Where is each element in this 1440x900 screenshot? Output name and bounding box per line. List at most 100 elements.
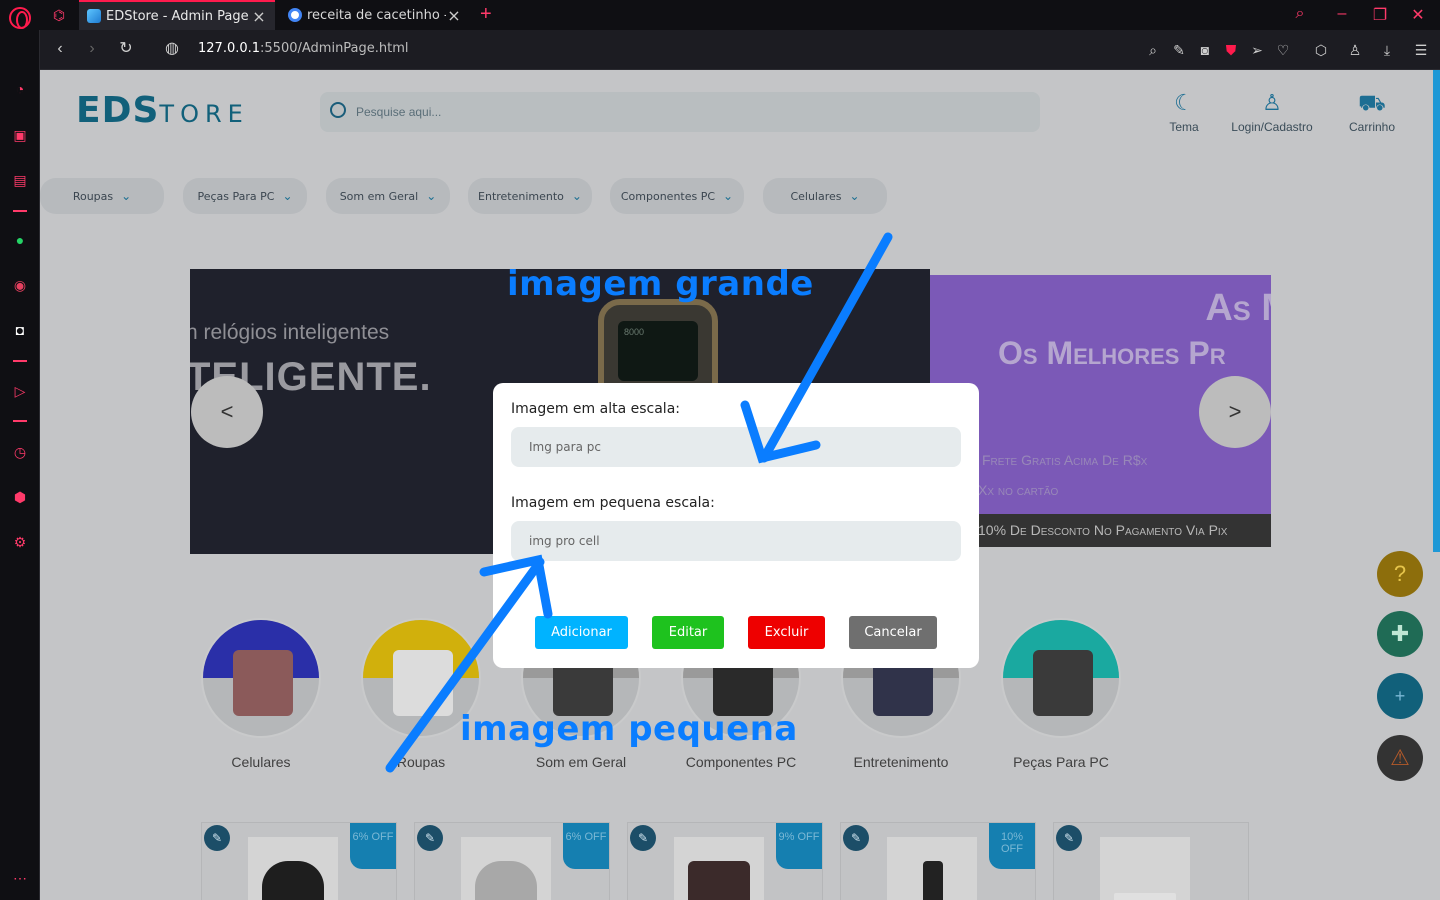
google-favicon-icon — [288, 8, 302, 22]
cancel-button[interactable]: Cancelar — [849, 616, 937, 649]
search-tabs-icon[interactable]: ⌕ — [1290, 5, 1310, 23]
reload-icon[interactable]: ↻ — [116, 39, 136, 59]
close-tab-icon[interactable]: × — [251, 7, 267, 26]
category-dropdown-componentes[interactable]: Componentes PC ⌄ — [610, 178, 744, 214]
product-image — [1100, 837, 1190, 900]
chevron-down-icon: ⌄ — [571, 189, 582, 203]
product-image — [674, 837, 764, 900]
banner-subtitle: n relógios inteligentes — [190, 321, 390, 344]
twitch-icon[interactable]: ▤ — [9, 169, 31, 191]
more-icon[interactable]: ⋯ — [9, 867, 31, 889]
back-icon[interactable]: ‹ — [50, 39, 70, 59]
delete-button[interactable]: Excluir — [748, 616, 825, 649]
theme-button[interactable]: ☾ Tema — [1162, 90, 1206, 134]
category-dropdown-som[interactable]: Som em Geral ⌄ — [326, 178, 450, 214]
high-res-image-input[interactable] — [511, 427, 961, 467]
discount-badge: 10% OFF — [989, 823, 1035, 869]
screen: ⌬ EDStore - Admin Page × receita de cace… — [0, 0, 1440, 900]
edit-button[interactable]: Editar — [652, 616, 724, 649]
history-icon[interactable]: ◷ — [9, 441, 31, 463]
category-image — [201, 618, 321, 738]
gamepad-icon[interactable]: ⌬ — [50, 6, 68, 24]
search-page-icon[interactable]: ⌕ — [1143, 40, 1163, 60]
warning-icon[interactable]: ⚠ — [1377, 735, 1423, 781]
product-card[interactable]: ✎ 6% OFF — [414, 822, 610, 900]
carousel-next-button[interactable]: > — [1199, 376, 1271, 448]
product-card[interactable]: ✎ — [1053, 822, 1249, 900]
login-button[interactable]: ♙ Login/Cadastro — [1228, 90, 1316, 134]
tab-title: EDStore - Admin Page — [106, 8, 249, 24]
cube-icon[interactable]: ⬡ — [1311, 40, 1331, 60]
add-user-icon[interactable]: ✚ — [1377, 611, 1423, 657]
tab-google-search[interactable]: receita de cacetinho - Pesq × — [280, 0, 470, 30]
chevron-down-icon: ⌄ — [282, 189, 293, 203]
category-card-celulares[interactable]: Celulares — [201, 618, 321, 770]
url-field[interactable]: 127.0.0.1:5500/AdminPage.html — [198, 41, 409, 56]
minimize-icon[interactable]: – — [1332, 5, 1352, 23]
add-product-icon[interactable]: + — [1377, 673, 1423, 719]
camera-icon[interactable]: ◙ — [1195, 40, 1215, 60]
sidebar-divider — [13, 360, 27, 362]
settings-gear-icon[interactable]: ⚙ — [9, 531, 31, 553]
product-card[interactable]: ✎ 6% OFF — [201, 822, 397, 900]
new-tab-icon[interactable]: + — [480, 3, 492, 26]
sidebar-divider — [13, 420, 27, 422]
annotation-big-image: imagem grande — [507, 264, 814, 304]
chevron-down-icon: ⌄ — [121, 189, 132, 203]
theme-label: Tema — [1169, 120, 1199, 134]
speed-dial-icon[interactable]: ◔ — [9, 78, 31, 100]
whatsapp-icon[interactable]: ● — [9, 229, 31, 251]
extensions-cube-icon[interactable]: ⬢ — [9, 486, 31, 508]
annotation-small-image: imagem pequena — [460, 709, 798, 749]
instagram-icon[interactable]: ◉ — [9, 274, 31, 296]
promo-line-cartao: Xx no cartão — [978, 482, 1059, 498]
browser-tab-strip: ⌬ EDStore - Admin Page × receita de cace… — [0, 0, 1440, 30]
category-image — [1001, 618, 1121, 738]
promo-heading: As Me — [1205, 287, 1271, 329]
carousel-prev-button[interactable]: < — [191, 376, 263, 448]
search-input[interactable] — [356, 102, 956, 122]
download-icon[interactable]: ⤓ — [1377, 40, 1397, 60]
cart-button[interactable]: ⛟ Carrinho — [1346, 90, 1398, 134]
bag-icon[interactable]: ▣ — [9, 124, 31, 146]
add-button[interactable]: Adicionar — [535, 616, 628, 649]
forward-icon[interactable]: › — [82, 39, 102, 59]
low-res-image-input[interactable] — [511, 521, 961, 561]
product-image — [248, 837, 338, 900]
category-dropdown-roupas[interactable]: Roupas ⌄ — [40, 178, 164, 214]
player-icon[interactable]: ▷ — [9, 380, 31, 402]
send-icon[interactable]: ➢ — [1247, 40, 1267, 60]
product-card[interactable]: ✎ 9% OFF — [627, 822, 823, 900]
close-tab-icon[interactable]: × — [446, 6, 462, 25]
category-card-pecas[interactable]: Peças Para PC — [1001, 618, 1121, 770]
category-dropdown-celulares[interactable]: Celulares ⌄ — [763, 178, 887, 214]
edit-pencil-icon[interactable]: ✎ — [630, 825, 656, 851]
profile-icon[interactable]: ♙ — [1345, 40, 1365, 60]
opera-logo-icon[interactable] — [9, 7, 31, 29]
promo-line-frete: Frete Gratis Acima De R$x — [982, 452, 1148, 468]
watch-screen: 8000 — [618, 321, 698, 381]
product-image — [461, 837, 551, 900]
edit-pencil-icon[interactable]: ✎ — [204, 825, 230, 851]
edit-pencil-icon[interactable]: ✎ — [843, 825, 869, 851]
category-dropdown-pecas[interactable]: Peças Para PC ⌄ — [183, 178, 307, 214]
tab-title: receita de cacetinho - Pesq — [307, 7, 446, 23]
image-upload-modal: Imagem em alta escala: Imagem em pequena… — [493, 383, 979, 668]
page-scrollbar[interactable] — [1433, 70, 1440, 552]
edit-pencil-icon[interactable]: ✎ — [1056, 825, 1082, 851]
user-icon: ♙ — [1262, 90, 1282, 115]
category-dropdown-entretenimento[interactable]: Entretenimento ⌄ — [468, 178, 592, 214]
menu-icon[interactable]: ☰ — [1411, 40, 1431, 60]
discord-icon[interactable]: ◘ — [9, 319, 31, 341]
heart-icon[interactable]: ♡ — [1273, 40, 1293, 60]
close-window-icon[interactable]: ✕ — [1408, 5, 1428, 25]
site-logo[interactable]: EDSTORE — [76, 90, 249, 131]
adblock-shield-icon[interactable]: ⛊ — [1221, 40, 1241, 60]
edit-icon[interactable]: ✎ — [1169, 40, 1189, 60]
tab-edstore[interactable]: EDStore - Admin Page × — [79, 0, 275, 30]
product-card[interactable]: ✎ 10% OFF — [840, 822, 1036, 900]
edit-pencil-icon[interactable]: ✎ — [417, 825, 443, 851]
restore-icon[interactable]: ❐ — [1370, 5, 1390, 25]
help-question-icon[interactable]: ? — [1377, 551, 1423, 597]
moon-icon: ☾ — [1174, 90, 1194, 115]
